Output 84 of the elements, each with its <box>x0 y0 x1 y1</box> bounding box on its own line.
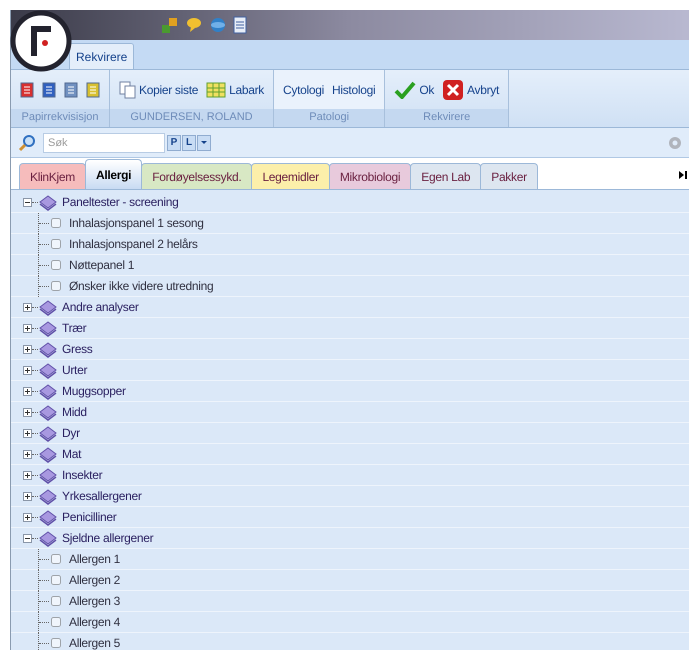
group-label[interactable]: Urter <box>62 361 88 379</box>
group-label[interactable]: Mat <box>62 445 82 463</box>
ribbon-button[interactable]: Histologi <box>330 80 376 98</box>
group-label[interactable]: Sjeldne allergener <box>62 529 154 547</box>
search-icon <box>17 132 37 152</box>
checkbox[interactable] <box>51 617 61 627</box>
tab[interactable]: KlinKjem <box>19 163 86 189</box>
checkbox[interactable] <box>51 260 61 270</box>
expand-toggle[interactable] <box>23 366 32 374</box>
item-label[interactable]: Allergen 2 <box>69 571 120 589</box>
item-label[interactable]: Allergen 1 <box>69 550 120 568</box>
item-label[interactable]: Allergen 3 <box>69 592 120 610</box>
checkbox[interactable] <box>51 638 61 648</box>
expand-toggle[interactable] <box>23 302 32 312</box>
checkbox[interactable] <box>51 281 61 291</box>
ribbon-button[interactable]: Avbryt <box>441 78 500 100</box>
item-label[interactable]: Allergen 4 <box>69 613 120 631</box>
expand-toggle[interactable] <box>23 470 32 480</box>
tab[interactable]: Allergi <box>84 159 142 189</box>
group-label[interactable]: Trær <box>62 319 86 337</box>
expand-toggle[interactable] <box>23 512 32 522</box>
checkbox[interactable] <box>51 218 61 228</box>
search-field[interactable]: Søk <box>43 132 165 152</box>
checkmark-icon <box>394 80 416 98</box>
document-icon[interactable] <box>233 16 247 34</box>
shapes-icon[interactable] <box>161 16 179 34</box>
tab[interactable]: Egen Lab <box>410 163 482 189</box>
ribbon-button[interactable] <box>85 82 101 98</box>
filter-button[interactable]: P <box>167 134 181 150</box>
group-label[interactable]: Midd <box>62 403 87 421</box>
form-icon <box>86 82 100 98</box>
ribbon-button[interactable]: Ok <box>393 80 436 98</box>
tab[interactable]: Pakker <box>480 163 538 189</box>
expand-toggle[interactable] <box>23 408 32 416</box>
checkbox[interactable] <box>51 596 61 606</box>
ribbon-tab[interactable]: Rekvirere <box>69 43 134 69</box>
group-label: Papirrekvisisjon <box>11 109 109 127</box>
expand-toggle[interactable] <box>23 386 32 396</box>
expand-toggle[interactable] <box>23 450 32 458</box>
caret-icon <box>200 140 208 145</box>
expand-toggle[interactable] <box>23 492 32 500</box>
group-label: Rekvirere <box>385 109 508 127</box>
group-label[interactable]: Gress <box>62 340 93 358</box>
speech-bubble-icon[interactable] <box>185 16 203 34</box>
group-label[interactable]: Dyr <box>62 424 80 442</box>
ribbon-button[interactable]: Kopier siste <box>118 80 200 98</box>
form-icon <box>42 82 56 98</box>
expand-toggle[interactable] <box>23 428 32 438</box>
group-label[interactable]: Insekter <box>62 466 102 484</box>
copy-icon <box>119 80 136 98</box>
group-label[interactable]: Andre analyser <box>62 298 139 316</box>
ribbon-button[interactable] <box>19 82 35 98</box>
tab[interactable]: Fordøyelsessykd. <box>141 163 252 189</box>
close-icon <box>442 78 464 100</box>
tab[interactable]: Mikrobiologi <box>328 163 412 189</box>
group-label: Patologi <box>274 109 384 127</box>
item-label[interactable]: Inhalasjonspanel 2 helårs <box>69 235 198 253</box>
item-label[interactable]: Inhalasjonspanel 1 sesong <box>69 214 204 232</box>
group-label[interactable]: Penicilliner <box>62 508 116 526</box>
item-label[interactable]: Allergen 5 <box>69 634 120 650</box>
dropdown-button[interactable] <box>197 134 211 150</box>
ribbon-button[interactable] <box>41 82 57 98</box>
checkbox[interactable] <box>51 239 61 249</box>
checkbox[interactable] <box>51 575 61 585</box>
group-label[interactable]: Yrkesallergener <box>62 487 142 505</box>
ribbon-button[interactable]: Labark <box>205 80 266 98</box>
collapse-toggle[interactable] <box>23 534 32 542</box>
scroll-right-icon[interactable] <box>679 171 687 179</box>
collapse-toggle[interactable] <box>23 198 32 206</box>
ribbon-button[interactable]: Cytologi <box>282 80 325 98</box>
form-icon <box>64 82 78 98</box>
group-label[interactable]: Paneltester - screening <box>62 193 178 211</box>
expand-toggle[interactable] <box>23 344 32 354</box>
ribbon-button[interactable] <box>63 82 79 98</box>
item-label[interactable]: Ønsker ikke videre utredning <box>69 277 214 295</box>
group-label[interactable]: Muggsopper <box>62 382 126 400</box>
item-label[interactable]: Nøttepanel 1 <box>69 256 134 274</box>
checkbox[interactable] <box>51 554 61 564</box>
tab[interactable]: Legemidler <box>251 163 330 189</box>
form-icon <box>20 82 34 98</box>
group-label: GUNDERSEN, ROLAND <box>110 109 274 127</box>
expand-toggle[interactable] <box>23 324 32 332</box>
filter-button[interactable]: L <box>182 134 196 150</box>
spreadsheet-icon <box>206 80 226 98</box>
